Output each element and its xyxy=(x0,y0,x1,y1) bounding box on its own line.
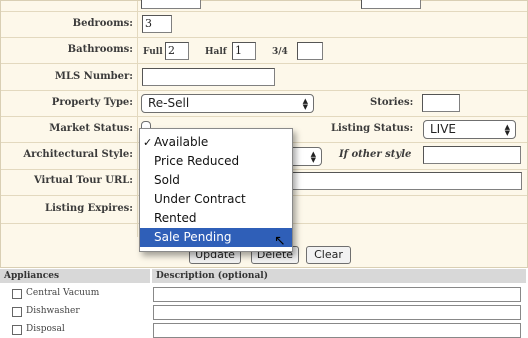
row-divider xyxy=(1,37,527,38)
option-label: Price Reduced xyxy=(154,154,240,168)
property-type-label: Property Type: xyxy=(51,97,133,108)
option-label: Sale Pending xyxy=(154,230,232,244)
option-label: Under Contract xyxy=(154,192,246,206)
market-status-label: Market Status: xyxy=(49,123,133,134)
option-label: Sold xyxy=(154,173,180,187)
bathrooms-full-input[interactable]: 2 xyxy=(165,42,189,60)
clear-button[interactable]: Clear xyxy=(306,246,351,264)
row-divider xyxy=(1,11,527,12)
option-label: Available xyxy=(154,135,209,149)
mls-input[interactable] xyxy=(142,68,275,86)
row-divider xyxy=(1,90,527,91)
architectural-style-label: Architectural Style: xyxy=(23,149,133,160)
appliances-table: Appliances Description (optional) Centra… xyxy=(0,269,526,338)
bathrooms-threequarter-label: 3/4 xyxy=(272,47,288,57)
bathrooms-threequarter-input[interactable] xyxy=(297,42,323,60)
option-label: Rented xyxy=(154,211,197,225)
select-arrows-icon: ▲ ▼ xyxy=(504,123,510,137)
dropdown-option-available[interactable]: ✓ Available xyxy=(140,133,292,152)
property-type-value: Re-Sell xyxy=(148,96,190,110)
stories-input[interactable] xyxy=(422,94,460,112)
dropdown-option-rented[interactable]: Rented xyxy=(140,209,292,228)
appliance-label: Central Vacuum xyxy=(26,288,100,298)
listing-status-label: Listing Status: xyxy=(331,123,414,134)
dropdown-option-price-reduced[interactable]: Price Reduced xyxy=(140,152,292,171)
other-style-input[interactable] xyxy=(423,146,521,164)
row-divider xyxy=(1,63,527,64)
checkmark-icon: ✓ xyxy=(143,136,153,149)
market-status-dropdown-menu: ✓ Available Price Reduced Sold Under Con… xyxy=(139,128,293,252)
stories-label: Stories: xyxy=(370,97,414,108)
row-divider xyxy=(1,116,527,117)
listing-status-select[interactable]: LIVE ▲ ▼ xyxy=(423,120,516,139)
bedrooms-input[interactable]: 3 xyxy=(142,15,172,33)
virtual-tour-label: Virtual Tour URL: xyxy=(33,175,133,186)
bedrooms-label: Bedrooms: xyxy=(72,18,133,29)
appliance-description-input[interactable] xyxy=(153,323,521,338)
bathrooms-full-label: Full xyxy=(143,47,163,57)
partial-field[interactable] xyxy=(361,0,421,9)
select-arrows-icon: ▲ ▼ xyxy=(302,97,308,111)
appliance-label: Dishwasher xyxy=(26,306,80,316)
bathrooms-half-label: Half xyxy=(205,47,227,57)
appliance-label: Disposal xyxy=(26,324,65,334)
appliance-checkbox[interactable] xyxy=(12,289,22,299)
dropdown-option-under-contract[interactable]: Under Contract xyxy=(140,190,292,209)
partial-field[interactable] xyxy=(141,0,201,9)
property-type-select[interactable]: Re-Sell ▲ ▼ xyxy=(141,94,314,113)
listing-expires-label: Listing Expires: xyxy=(45,203,133,214)
bathrooms-label: Bathrooms: xyxy=(67,44,133,55)
select-arrows-icon: ▲ ▼ xyxy=(310,150,316,164)
appliance-checkbox[interactable] xyxy=(12,307,22,317)
bathrooms-half-input[interactable]: 1 xyxy=(232,42,256,60)
other-style-label: If other style xyxy=(339,149,412,160)
description-column-header: Description (optional) xyxy=(152,269,526,283)
dropdown-option-sale-pending[interactable]: Sale Pending xyxy=(140,228,292,247)
listing-status-value: LIVE xyxy=(430,122,457,136)
column-divider xyxy=(137,1,138,237)
mouse-cursor-icon: ↖ xyxy=(274,233,286,249)
appliances-column-header: Appliances xyxy=(0,269,150,283)
appliance-description-input[interactable] xyxy=(153,305,521,320)
mls-label: MLS Number: xyxy=(54,71,133,82)
dropdown-option-sold[interactable]: Sold xyxy=(140,171,292,190)
appliance-description-input[interactable] xyxy=(153,287,521,302)
